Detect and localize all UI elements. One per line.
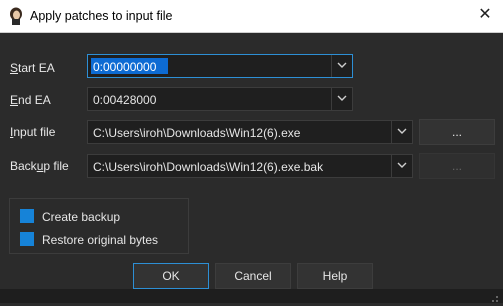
resize-grip-icon[interactable] [489, 292, 499, 302]
title-bar[interactable]: Apply patches to input file ✕ [0, 0, 503, 33]
end-ea-value[interactable]: 0:00428000 [93, 93, 156, 107]
start-ea-value[interactable]: 0:00000000 [93, 60, 156, 74]
end-ea-combo[interactable]: 0:00428000 [87, 87, 353, 111]
cancel-button[interactable]: Cancel [215, 263, 291, 289]
backup-file-value[interactable]: C:\Users\iroh\Downloads\Win12(6).exe.bak [93, 160, 323, 174]
backup-file-browse-button[interactable]: ... [419, 153, 495, 179]
input-file-dropdown-button[interactable] [391, 121, 412, 143]
input-file-label: Input file [10, 125, 56, 139]
chevron-down-icon [337, 62, 347, 68]
chevron-down-icon [397, 128, 407, 134]
close-icon: ✕ [478, 6, 492, 23]
restore-original-label[interactable]: Restore original bytes [42, 233, 158, 247]
input-file-browse-button[interactable]: ... [419, 119, 495, 145]
window-title: Apply patches to input file [30, 9, 173, 23]
chevron-down-icon [397, 162, 407, 168]
start-ea-combo[interactable]: 0:00000000 [87, 54, 353, 78]
app-icon [8, 7, 24, 25]
start-ea-dropdown-button[interactable] [331, 55, 352, 77]
ok-button[interactable]: OK [133, 263, 209, 289]
end-ea-dropdown-button[interactable] [331, 88, 352, 110]
restore-original-checkbox[interactable] [20, 232, 34, 246]
help-button[interactable]: Help [297, 263, 373, 289]
backup-file-combo[interactable]: C:\Users\iroh\Downloads\Win12(6).exe.bak [87, 154, 413, 178]
end-ea-label: End EA [10, 93, 51, 107]
backup-file-dropdown-button[interactable] [391, 155, 412, 177]
chevron-down-icon [337, 95, 347, 101]
backup-file-label: Backup file [10, 159, 69, 173]
create-backup-checkbox[interactable] [20, 209, 34, 223]
input-file-value[interactable]: C:\Users\iroh\Downloads\Win12(6).exe [93, 126, 300, 140]
create-backup-label[interactable]: Create backup [42, 210, 120, 224]
background-strip [0, 289, 503, 303]
start-ea-label: Start EA [10, 61, 55, 75]
input-file-combo[interactable]: C:\Users\iroh\Downloads\Win12(6).exe [87, 120, 413, 144]
close-button[interactable]: ✕ [473, 5, 497, 25]
